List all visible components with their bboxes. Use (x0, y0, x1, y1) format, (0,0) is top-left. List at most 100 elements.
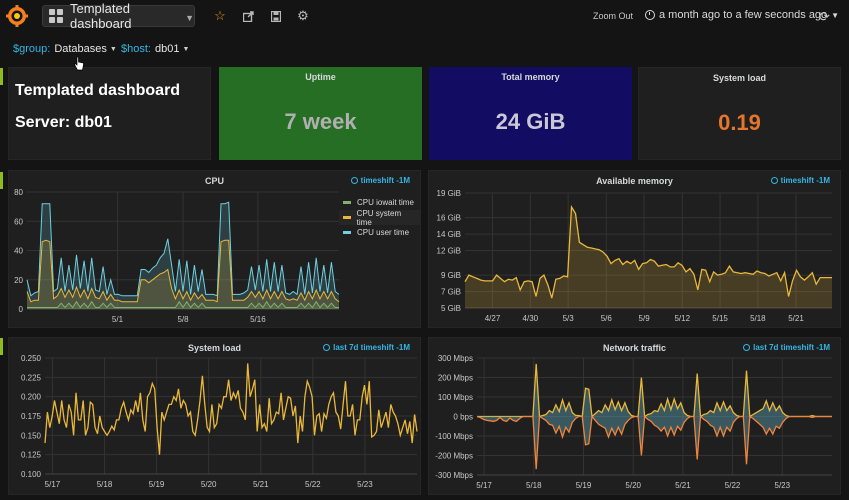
grafana-logo-icon[interactable] (6, 5, 28, 27)
legend-label: CPU iowait time (357, 198, 414, 207)
x-tick-label: 5/12 (674, 314, 690, 323)
time-range-label: a month ago to a few seconds ago (659, 9, 828, 21)
legend-label: CPU user time (357, 228, 410, 237)
panel-title: System load (712, 73, 767, 83)
y-tick-label: 14 GiB (437, 230, 461, 239)
y-tick-label: 19 GiB (437, 189, 461, 198)
memory-chart[interactable]: 5 GiB 7 GiB 9 GiB 12 GiB 14 GiB 16 GiB 19 GiB 4… (429, 171, 842, 329)
x-tick-label: 5/18 (97, 480, 113, 489)
variable-label: $group: (13, 43, 51, 55)
y-tick-label: 7 GiB (441, 288, 461, 297)
stat-panel-uptime[interactable]: Uptime 7 week (219, 67, 422, 160)
y-tick-label: 60 (14, 217, 23, 226)
chevron-down-icon: ▼ (182, 45, 190, 53)
graph-panel-available-memory[interactable]: Available memory timeshift -1M 5 GiB 7 Gi… (428, 170, 841, 328)
y-tick-label: 9 GiB (441, 271, 461, 280)
x-tick-label: 5/22 (725, 481, 741, 490)
variable-value[interactable]: Databases (54, 43, 107, 55)
x-tick-label: 5/1 (112, 315, 124, 324)
y-tick-label: 0 bps (453, 413, 473, 422)
x-tick-label: 5/19 (576, 481, 592, 490)
variable-label: $host: (121, 43, 151, 55)
x-tick-label: 5/17 (45, 480, 61, 489)
load-chart[interactable]: 0.100 0.125 0.150 0.175 0.200 0.225 0.250 5/17 5… (9, 338, 422, 496)
save-icon[interactable] (269, 9, 283, 23)
text-panel-subheading: Server: db01 (15, 114, 112, 131)
variable-host[interactable]: $host: db01 ▼ (121, 43, 189, 55)
network-chart[interactable]: -300 Mbps -200 Mbps -100 Mbps 0 bps 100 Mbps… (429, 338, 842, 496)
stat-value: 24 GiB (495, 109, 566, 134)
panel-title: Total memory (501, 72, 560, 82)
y-tick-label: 0.175 (21, 412, 42, 421)
y-tick-label: 5 GiB (441, 304, 461, 313)
row-collapse-handle[interactable] (0, 172, 3, 189)
y-tick-label: -300 Mbps (435, 471, 473, 480)
x-tick-label: 5/18 (750, 314, 766, 323)
y-tick-label: 20 (14, 276, 23, 285)
legend-item[interactable]: CPU system time (339, 208, 420, 227)
legend-item[interactable]: CPU user time (339, 225, 420, 240)
x-tick-label: 5/16 (250, 315, 266, 324)
series-area (465, 207, 832, 308)
legend-label: CPU system time (356, 208, 402, 227)
x-tick-label: 5/22 (305, 480, 321, 489)
x-tick-label: 5/17 (476, 481, 492, 490)
x-tick-label: 5/21 (675, 481, 691, 490)
graph-panel-network-traffic[interactable]: Network traffic last 7d timeshift -1M -3… (428, 337, 841, 495)
row-collapse-handle[interactable] (0, 68, 3, 85)
x-tick-label: 5/6 (601, 314, 613, 323)
x-tick-label: 5/9 (639, 314, 651, 323)
graph-panel-cpu[interactable]: CPU timeshift -1M 0 20 40 60 80 5/1 5/8 5/16 CP… (8, 170, 421, 328)
gear-icon[interactable]: ⚙ (296, 8, 310, 23)
dashboard-grid-icon (49, 9, 63, 23)
y-tick-label: 200 Mbps (438, 374, 473, 383)
y-tick-label: 0.125 (21, 451, 42, 460)
chevron-down-icon: ▼ (831, 10, 840, 20)
y-tick-label: 12 GiB (437, 247, 461, 256)
stat-panel-total-memory[interactable]: Total memory 24 GiB (429, 67, 632, 160)
graph-panel-system-load[interactable]: System load last 7d timeshift -1M 0.100 0… (8, 337, 421, 495)
dashboard-picker[interactable]: Templated dashboard ▼ (42, 1, 195, 31)
x-tick-label: 5/18 (526, 481, 542, 490)
text-panel: Templated dashboard Server: db01 (8, 67, 211, 160)
y-tick-label: 0.200 (21, 393, 42, 402)
variable-value[interactable]: db01 (155, 43, 179, 55)
refresh-icon[interactable]: ⟳ (819, 9, 830, 25)
stat-value: 0.19 (718, 110, 761, 135)
row-collapse-handle[interactable] (0, 338, 3, 355)
variable-group[interactable]: $group: Databases ▼ (13, 43, 117, 55)
chevron-down-icon: ▼ (185, 13, 194, 23)
template-variables: $group: Databases ▼ $host: db01 ▼ (0, 37, 849, 61)
y-tick-label: 40 (14, 247, 23, 256)
x-tick-label: 5/8 (177, 315, 189, 324)
x-tick-label: 4/27 (485, 314, 501, 323)
time-range-picker[interactable]: a month ago to a few seconds ago ▼ (645, 9, 839, 21)
chevron-down-icon: ▼ (109, 45, 117, 53)
x-tick-label: 5/23 (357, 480, 373, 489)
x-tick-label: 5/20 (201, 480, 217, 489)
zoom-out-button[interactable]: Zoom Out (593, 11, 633, 21)
mouse-cursor-icon (74, 57, 84, 71)
star-icon[interactable]: ☆ (213, 8, 227, 23)
x-tick-label: 5/15 (712, 314, 728, 323)
y-tick-label: 0.100 (21, 470, 42, 479)
x-tick-label: 4/30 (523, 314, 539, 323)
y-tick-label: 0.225 (21, 373, 42, 382)
x-tick-label: 5/3 (563, 314, 575, 323)
legend-swatch (343, 216, 351, 219)
share-icon[interactable] (241, 9, 255, 23)
y-tick-label: 0.150 (21, 431, 42, 440)
legend-swatch (343, 201, 351, 204)
text-panel-heading: Templated dashboard (15, 82, 181, 99)
x-tick-label: 5/20 (625, 481, 641, 490)
dashboard-title: Templated dashboard (70, 1, 132, 31)
series-area (477, 363, 832, 417)
x-tick-label: 5/23 (775, 481, 791, 490)
y-tick-label: 80 (14, 188, 23, 197)
clock-icon (645, 10, 655, 20)
stat-panel-system-load[interactable]: System load 0.19 (638, 67, 841, 160)
y-tick-label: 0.250 (21, 354, 42, 363)
stat-value: 7 week (284, 109, 357, 134)
y-tick-label: 0 (19, 305, 24, 314)
y-tick-label: 300 Mbps (438, 354, 473, 363)
